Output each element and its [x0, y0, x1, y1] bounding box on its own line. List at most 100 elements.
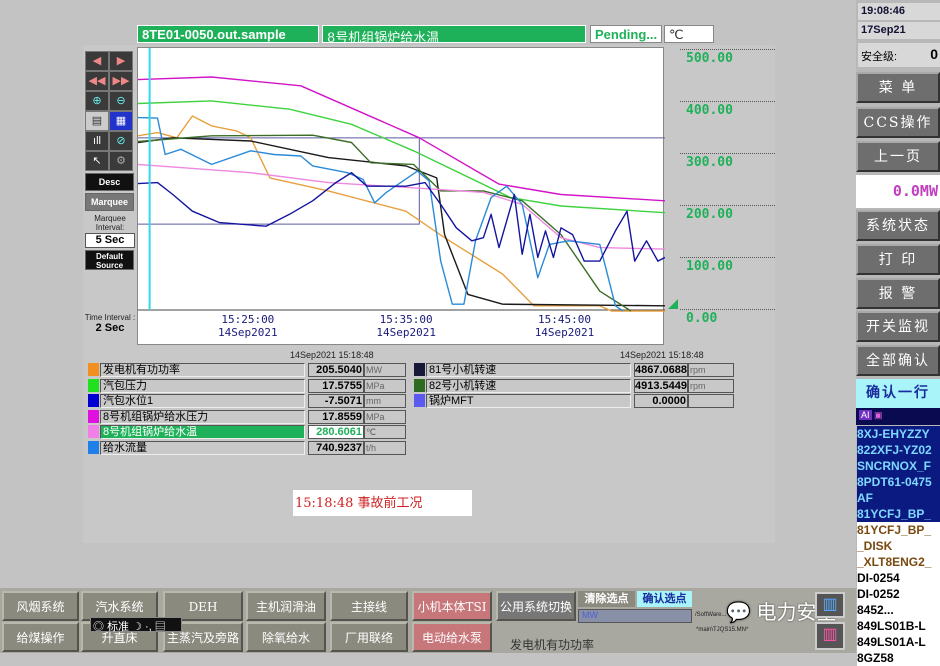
legend-item-name[interactable]: 给水流量	[100, 440, 305, 455]
confirm-points-button[interactable]: 确认选点	[637, 591, 692, 607]
alarm-item[interactable]: DI-0252	[857, 586, 940, 602]
legend-item-name[interactable]: 8号机组锅炉给水压力	[100, 409, 305, 424]
legend-item-name[interactable]: 锅炉MFT	[426, 394, 631, 408]
cancel-icon[interactable]: ⊘	[109, 131, 133, 151]
nav-button[interactable]: 公用系统切换	[496, 591, 576, 621]
step-back-icon[interactable]: ◀	[85, 51, 109, 71]
legend-item-name[interactable]: 发电机有功功率	[100, 363, 305, 377]
legend-swatch	[414, 394, 425, 407]
legend-item-unit: ℃	[364, 425, 406, 439]
alarm-filter-icon[interactable]: ▣	[874, 410, 883, 420]
sidebar-button[interactable]: 全部确认	[856, 345, 940, 377]
legend-swatch	[414, 378, 425, 392]
marquee-interval-field[interactable]: 5 Sec	[85, 233, 135, 248]
default-source-button[interactable]: Default Source	[85, 250, 134, 270]
tag-name-field[interactable]: 8TE01-0050.out.sample	[137, 25, 319, 43]
legend-swatch	[88, 440, 99, 454]
sidebar-button[interactable]: 打 印	[856, 243, 940, 275]
legend-item-value: 740.9237	[308, 440, 364, 455]
trend-plot[interactable]	[137, 47, 666, 345]
clear-points-button[interactable]: 清除选点	[578, 591, 635, 607]
legend-item-name[interactable]: 82号小机转速	[426, 378, 631, 393]
zoom-out-icon[interactable]: ⊖	[109, 91, 133, 111]
nav-button[interactable]: 小机本体TSI	[412, 591, 492, 621]
series-line	[137, 163, 666, 250]
settings-icon[interactable]: ⚙	[109, 151, 133, 171]
alarm-item[interactable]: 8GZ58	[857, 650, 940, 666]
legend-item-unit: MW	[364, 363, 406, 377]
alarm-item[interactable]: _XLT8ENG2_	[857, 554, 940, 570]
unit-input[interactable]: MW	[578, 609, 692, 623]
legend-item-name[interactable]: 81号小机转速	[426, 363, 631, 377]
nav-button[interactable]: 给煤操作	[2, 622, 79, 652]
alarm-item[interactable]: 849LS01A-L	[857, 634, 940, 650]
nav-button[interactable]: 除氧给水	[246, 622, 326, 652]
marquee-button[interactable]: Marquee	[85, 193, 134, 211]
legend-item-name[interactable]: 8号机组锅炉给水温	[100, 425, 305, 439]
legend-item-unit	[688, 394, 734, 408]
y-tick-label: 100.00	[686, 259, 733, 274]
path-label-1: /SoftWare...	[695, 612, 727, 618]
alarm-item[interactable]: 8452...	[857, 602, 940, 618]
nav-button[interactable]: 风烟系统	[2, 591, 79, 621]
y-tick-label: 500.00	[686, 51, 733, 66]
fast-back-icon[interactable]: ◀◀	[85, 71, 109, 91]
ime-logo-icon: ◎	[93, 621, 104, 633]
nav-button[interactable]: 电动给水泵	[412, 622, 492, 652]
layout-icon[interactable]: ▥	[815, 622, 845, 650]
nav-button[interactable]: 主机润滑油	[246, 591, 326, 621]
sidebar-button[interactable]: CCS操作	[856, 106, 940, 138]
alarm-item-selected[interactable]: 8PDT61-0475	[857, 474, 940, 490]
alarm-item-selected[interactable]: AF	[857, 490, 940, 506]
nav-button[interactable]: 主接线	[330, 591, 408, 621]
sidebar-button[interactable]: 报 警	[856, 277, 940, 309]
trend-bars-icon[interactable]: ıll	[85, 131, 109, 151]
sidebar-button[interactable]: 开关监视	[856, 311, 940, 343]
ime-toolbar[interactable]: ◎ 标准 ☽ ·, ▤	[90, 617, 182, 633]
legend-swatch	[88, 409, 99, 423]
alarm-item-selected[interactable]: 81YCFJ_BP_	[857, 506, 940, 522]
sidebar-button[interactable]: 菜 单	[856, 72, 940, 103]
desc-button[interactable]: Desc	[85, 173, 134, 191]
pointer-icon[interactable]: ↖	[85, 151, 109, 171]
window-switch-icon[interactable]: ▥	[815, 592, 845, 618]
legend-swatch	[88, 394, 99, 407]
alarm-item-selected[interactable]: 822XFJ-YZ02	[857, 442, 940, 458]
y-tick-label: 300.00	[686, 155, 733, 170]
alarm-item-selected[interactable]: SNCRNOX_F	[857, 458, 940, 474]
table-icon[interactable]: ▦	[109, 111, 133, 131]
y-tick-label: 0.00	[686, 311, 718, 326]
sidebar-button[interactable]: 上一页	[856, 141, 940, 172]
legend-item-name[interactable]: 汽包水位1	[100, 394, 305, 408]
series-line	[137, 171, 666, 262]
legend-item-unit: rpm	[688, 378, 734, 393]
window-icon[interactable]: ▤	[85, 111, 109, 131]
sidebar-button[interactable]: 系统状态	[856, 210, 940, 241]
y-gridline	[680, 49, 775, 50]
safety-level: 安全级: 0	[858, 43, 940, 67]
safety-label: 安全级:	[861, 51, 898, 63]
zoom-in-icon[interactable]: ⊕	[85, 91, 109, 111]
x-tick-time: 15:35:00	[379, 313, 433, 326]
alarm-item[interactable]: 849LS01B-L	[857, 618, 940, 634]
legend-timestamp-right: 14Sep2021 15:18:48	[620, 350, 704, 360]
alarm-filter-ai[interactable]: AI	[859, 410, 872, 420]
alarm-item[interactable]: 81YCFJ_BP_	[857, 522, 940, 538]
alarm-item[interactable]: DI-0254	[857, 570, 940, 586]
step-forward-icon[interactable]: ▶	[109, 51, 133, 71]
legend-item-unit: mm	[364, 394, 406, 408]
legend-item-value: 17.5755	[308, 378, 364, 393]
path-label-2: *main\TJQS15.MN*	[696, 627, 749, 633]
series-line	[137, 116, 624, 312]
y-tick-label: 200.00	[686, 207, 733, 222]
x-tick-date: 14Sep2021	[534, 326, 595, 339]
alarm-item-selected[interactable]: 8XJ-EHYZZY	[857, 426, 940, 442]
legend-item-name[interactable]: 汽包压力	[100, 378, 305, 393]
nav-button[interactable]: 厂用联络	[330, 622, 408, 652]
legend-item-value: 205.5040	[308, 363, 364, 377]
fast-forward-icon[interactable]: ▶▶	[109, 71, 133, 91]
ack-row-button[interactable]: 确认一行	[856, 379, 940, 408]
legend-item-unit: MPa	[364, 378, 406, 393]
time-interval-value: 2 Sec	[95, 322, 125, 334]
alarm-item[interactable]: _DISK	[857, 538, 940, 554]
